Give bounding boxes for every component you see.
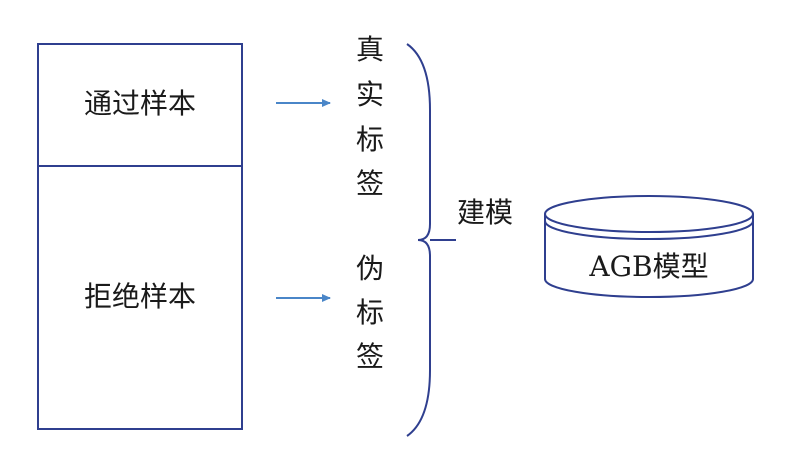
pseudo-label-char: 签 xyxy=(356,340,384,373)
true-label-char: 标 xyxy=(356,123,384,156)
pass-samples-label: 通过样本 xyxy=(84,87,196,120)
pseudo-label-char: 伪 xyxy=(356,252,384,285)
true-label-char: 签 xyxy=(356,167,384,200)
reject-samples-label: 拒绝样本 xyxy=(84,280,196,313)
cylinder-top xyxy=(544,195,754,233)
modeling-label: 建模 xyxy=(457,196,513,229)
right-brace xyxy=(406,43,431,437)
agb-model-label: AGB模型 xyxy=(588,250,708,283)
true-label-char: 真 xyxy=(356,33,384,66)
diagram-svg: 通过样本 拒绝样本 真 实 标 签 伪 标 签 建模 AGB模型 xyxy=(37,33,754,437)
pseudo-label-vertical: 伪 标 签 xyxy=(356,252,384,373)
agb-model-cylinder: AGB模型 xyxy=(544,195,754,298)
true-label-char: 实 xyxy=(356,78,384,111)
true-label-vertical: 真 实 标 签 xyxy=(356,33,384,200)
diagram-canvas: 通过样本 拒绝样本 真 实 标 签 伪 标 签 建模 AGB模型 xyxy=(0,0,806,461)
pseudo-label-char: 标 xyxy=(356,296,384,329)
